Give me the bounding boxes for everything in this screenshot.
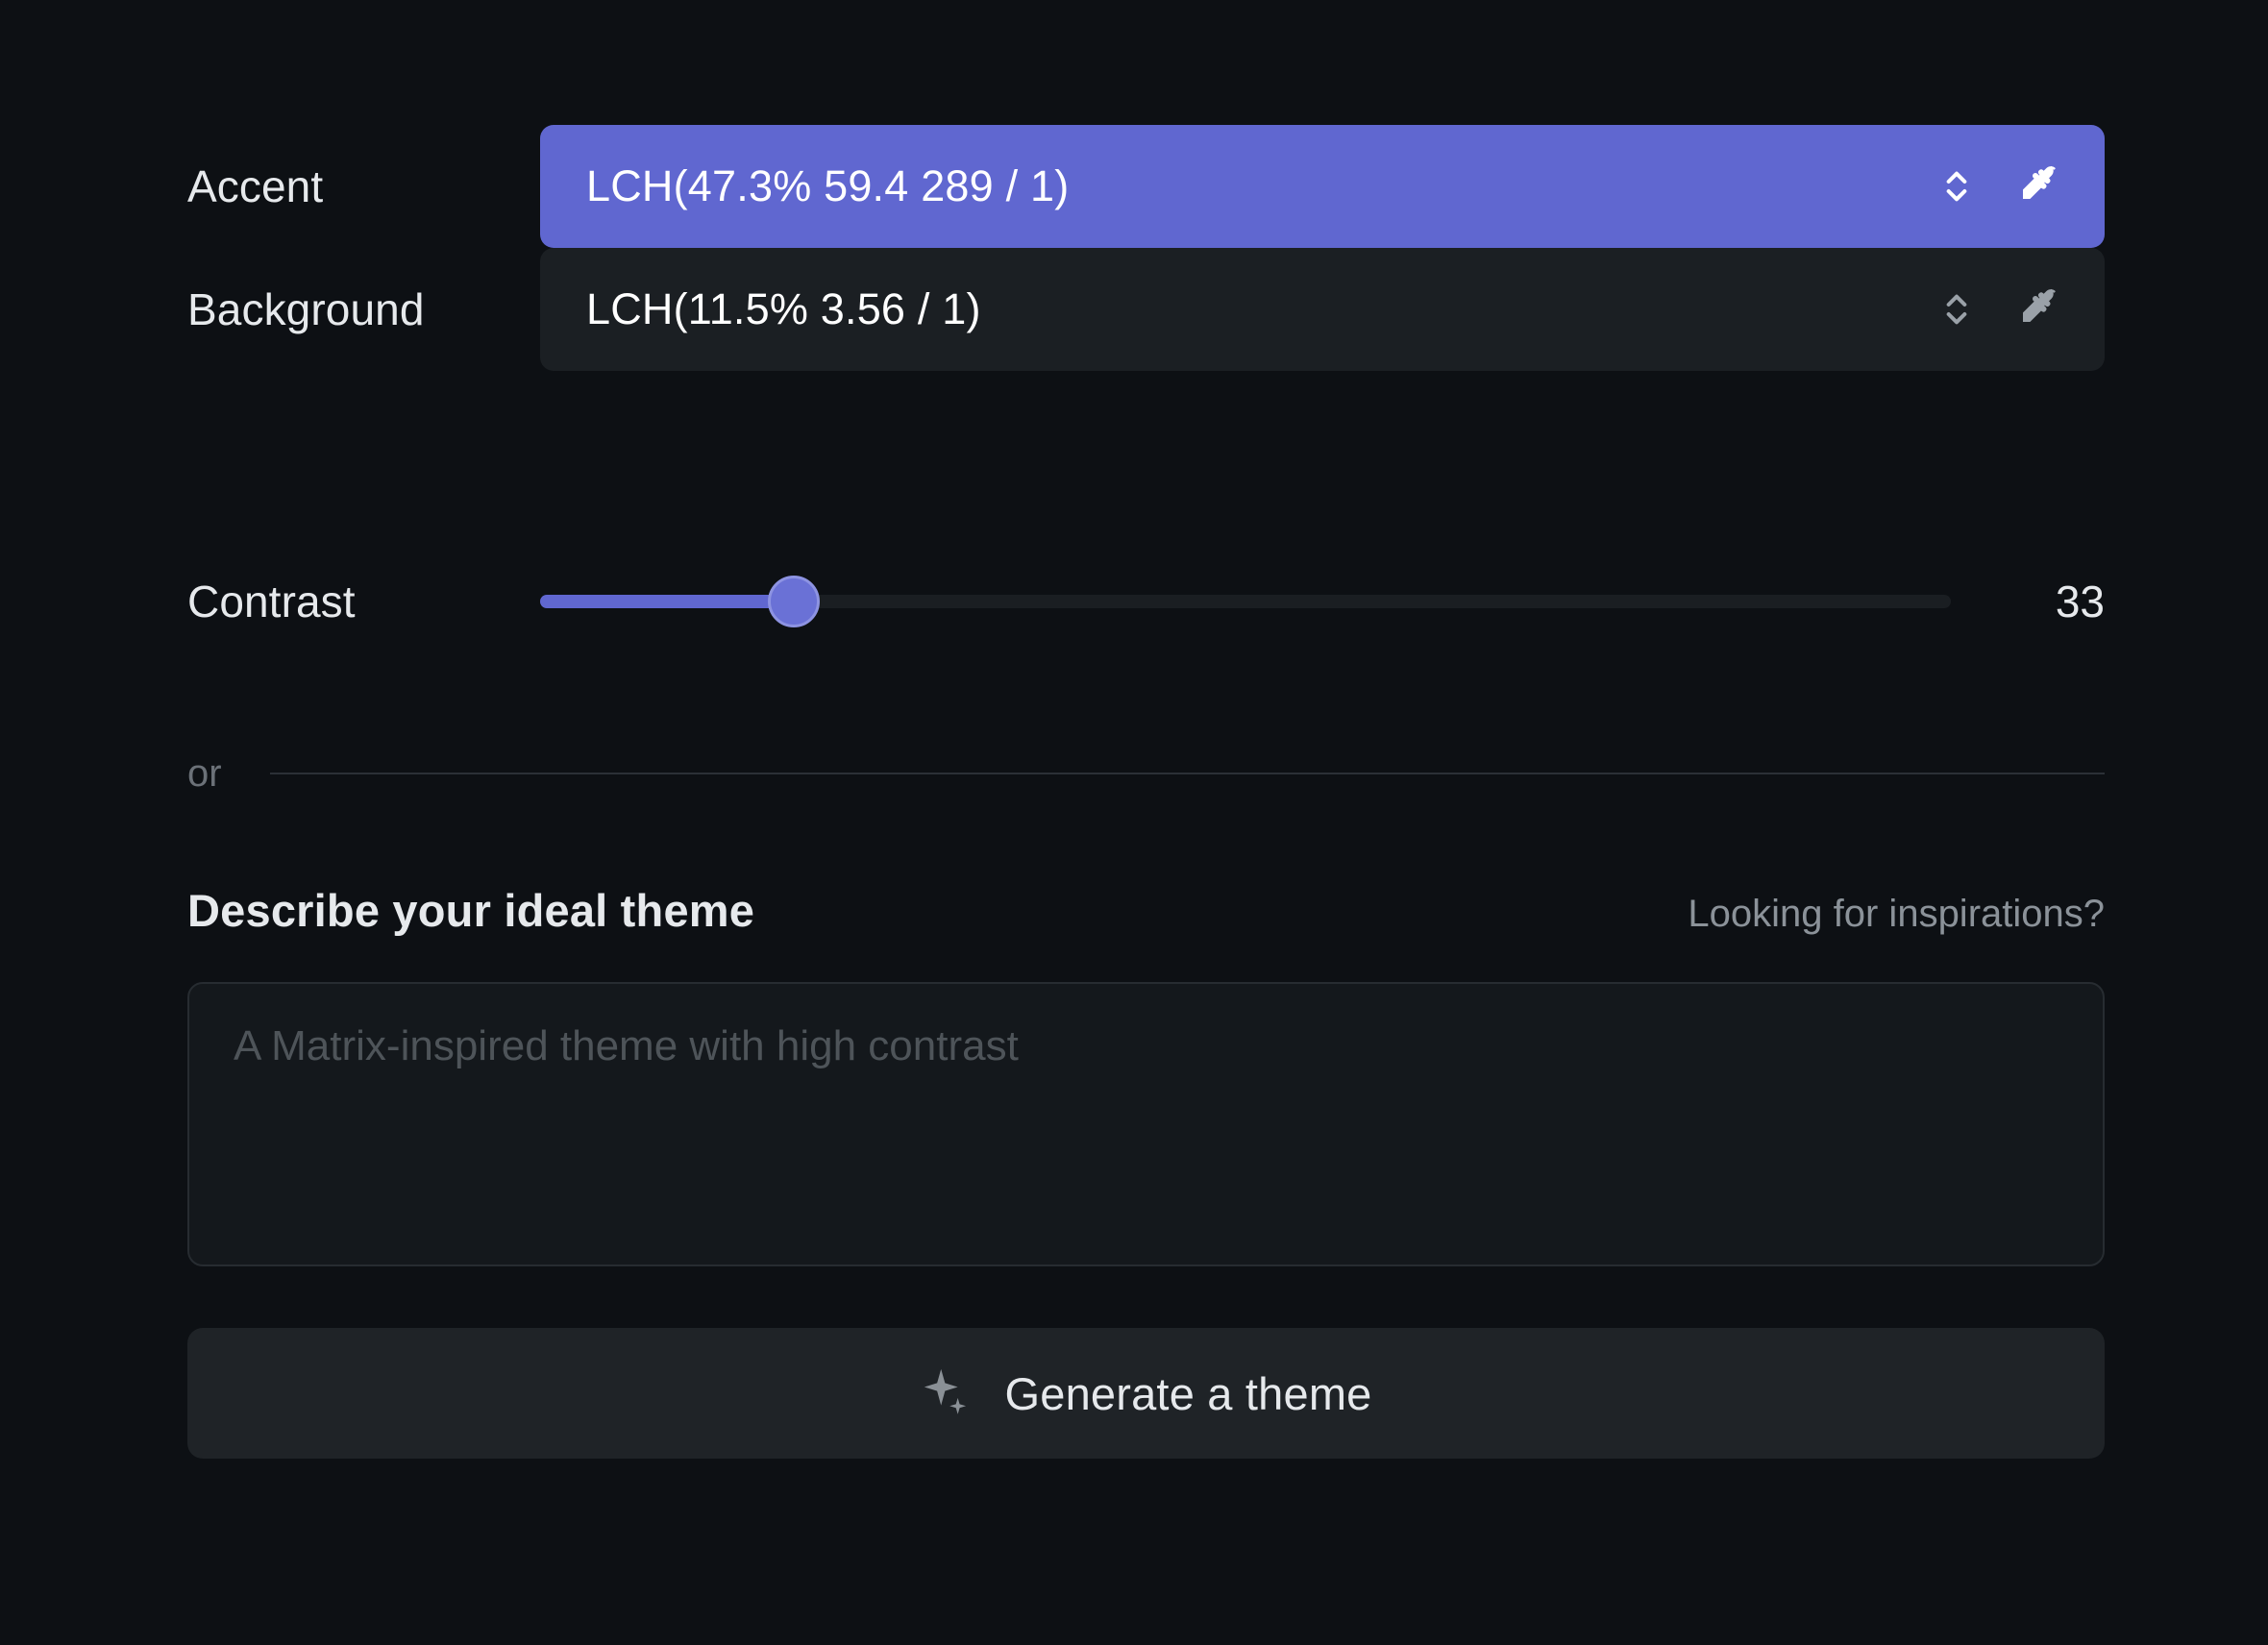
background-color-value[interactable]: LCH(11.5% 3.56 / 1) xyxy=(586,284,1932,334)
describe-header: Describe your ideal theme Looking for in… xyxy=(187,884,2105,937)
contrast-value: 33 xyxy=(2055,577,2105,626)
generate-theme-button[interactable]: Generate a theme xyxy=(187,1328,2105,1459)
describe-title: Describe your ideal theme xyxy=(187,885,755,936)
background-label: Background xyxy=(187,284,425,334)
background-row: Background LCH(11.5% 3.56 / 1) xyxy=(187,248,2105,371)
slider-fill xyxy=(540,595,795,608)
accent-row: Accent LCH(47.3% 59.4 289 / 1) xyxy=(187,125,2105,248)
contrast-slider[interactable] xyxy=(540,576,1951,627)
inspirations-link[interactable]: Looking for inspirations? xyxy=(1688,893,2105,936)
background-field-icons xyxy=(1932,284,2072,334)
theme-description-input[interactable] xyxy=(187,982,2105,1266)
sparkles-icon xyxy=(920,1365,975,1421)
contrast-row: Contrast 33 xyxy=(187,555,2105,648)
accent-field-icons xyxy=(1932,161,2072,211)
contrast-label: Contrast xyxy=(187,577,356,626)
accent-color-field[interactable]: LCH(47.3% 59.4 289 / 1) xyxy=(540,125,2105,248)
accent-label: Accent xyxy=(187,161,324,211)
slider-thumb[interactable] xyxy=(768,576,821,627)
or-label: or xyxy=(187,751,222,795)
generate-button-label: Generate a theme xyxy=(1004,1367,1372,1419)
contrast-slider-wrap: 33 xyxy=(540,540,2105,663)
theme-editor-panel: Accent LCH(47.3% 59.4 289 / 1) Backgroun… xyxy=(0,0,2268,1645)
divider-line xyxy=(269,773,2105,774)
or-divider: or xyxy=(187,745,2105,802)
chevron-up-down-icon[interactable] xyxy=(1932,284,1982,334)
eyedropper-icon[interactable] xyxy=(2016,161,2066,211)
accent-color-value[interactable]: LCH(47.3% 59.4 289 / 1) xyxy=(586,161,1932,211)
chevron-up-down-icon[interactable] xyxy=(1932,161,1982,211)
background-color-field[interactable]: LCH(11.5% 3.56 / 1) xyxy=(540,248,2105,371)
eyedropper-icon[interactable] xyxy=(2016,284,2066,334)
